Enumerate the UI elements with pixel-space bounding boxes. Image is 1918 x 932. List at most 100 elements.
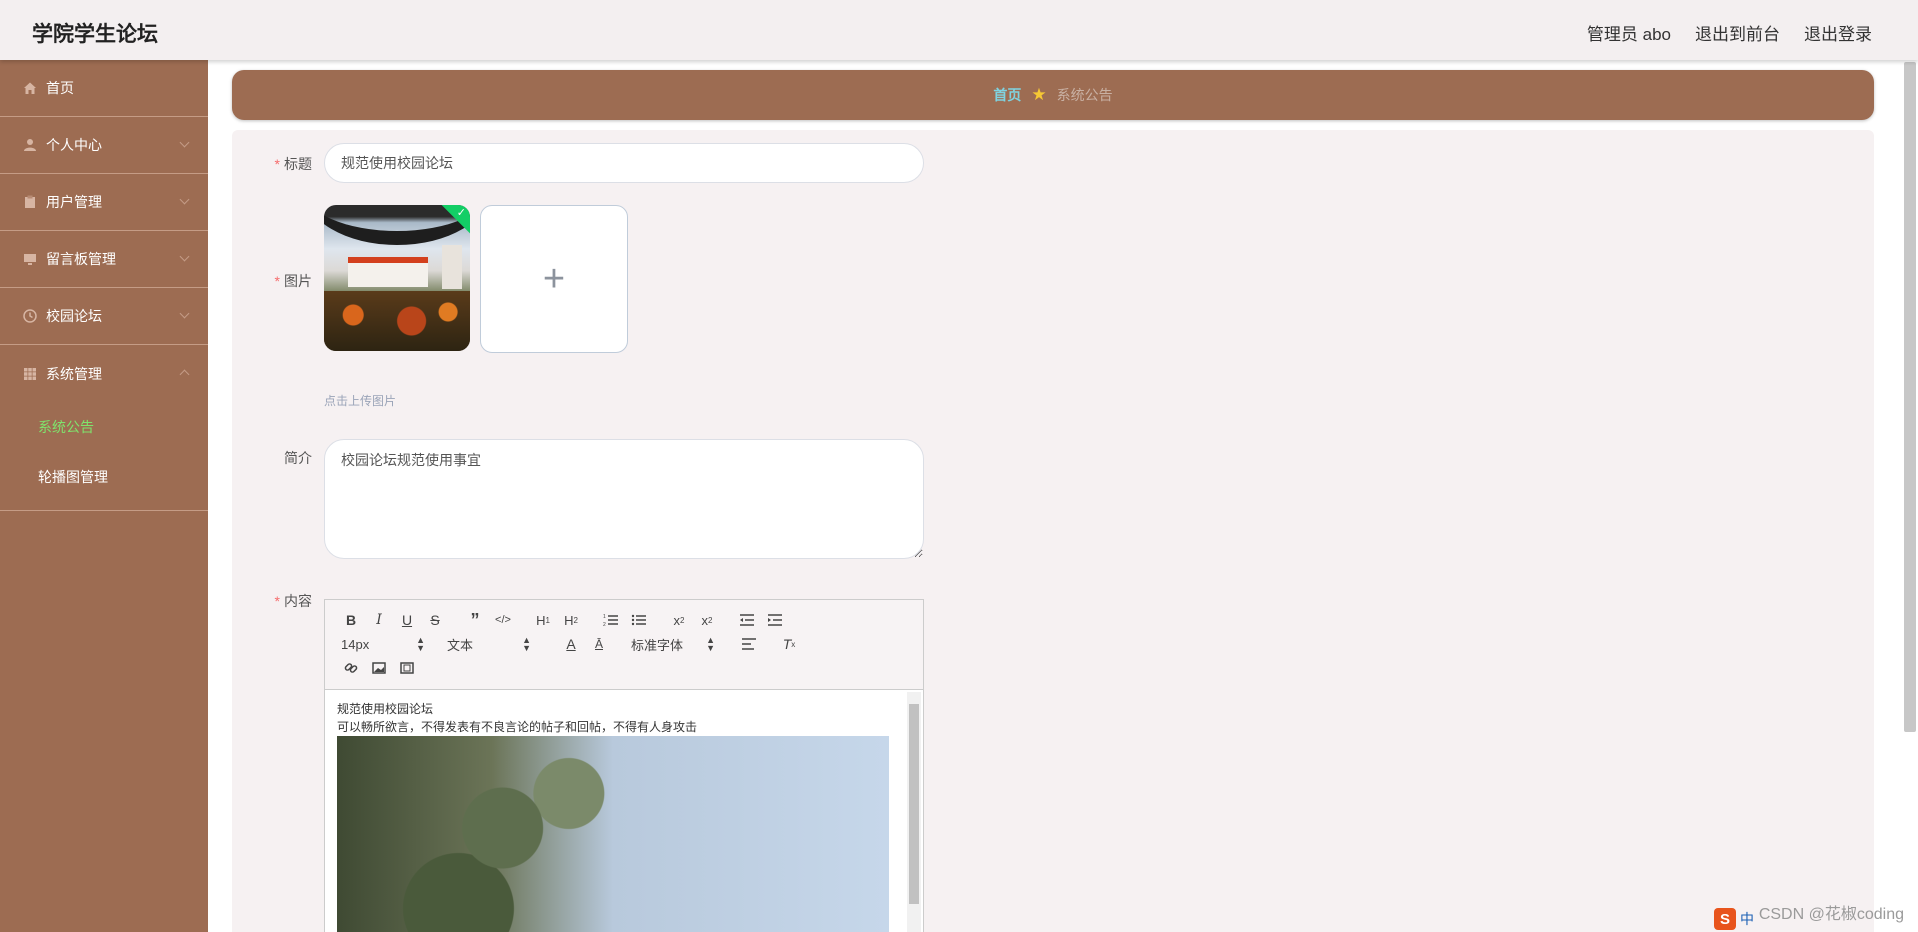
sogou-logo-icon: S bbox=[1714, 908, 1736, 930]
font-family-select[interactable]: 标准字体 ▲ ▼ bbox=[627, 632, 719, 656]
clipboard-icon bbox=[22, 194, 38, 210]
updown-arrow-icon: ▲ ▼ bbox=[522, 635, 531, 653]
sidebar-item-label: 校园论坛 bbox=[46, 308, 102, 324]
header-2-icon[interactable]: H2 bbox=[557, 608, 585, 632]
underline-icon[interactable]: U bbox=[393, 608, 421, 632]
chevron-down-icon bbox=[179, 137, 190, 148]
top-header: 学院学生论坛 管理员 abo 退出到前台 退出登录 bbox=[0, 0, 1918, 60]
svg-text:2: 2 bbox=[603, 622, 606, 627]
bold-icon[interactable]: B bbox=[337, 608, 365, 632]
header-select-value: 文本 bbox=[447, 637, 474, 653]
title-input[interactable] bbox=[324, 143, 924, 183]
font-color-icon[interactable]: A bbox=[557, 632, 585, 656]
site-title: 学院学生论坛 bbox=[32, 23, 158, 46]
thumbnail-building bbox=[348, 257, 428, 287]
updown-arrow-icon: ▲ ▼ bbox=[416, 635, 425, 653]
sidebar-subitem-carousel[interactable]: 轮播图管理 bbox=[0, 452, 208, 502]
thumbnail-tower bbox=[442, 245, 462, 289]
chevron-down-icon bbox=[179, 251, 190, 262]
ordered-list-icon[interactable]: 12 bbox=[597, 608, 625, 632]
chevron-down-icon bbox=[179, 194, 190, 205]
strike-icon[interactable]: S bbox=[421, 608, 449, 632]
rich-text-editor: B I U S ” </> H1 H2 12 x 2 x 2 14px ▲ ▼ … bbox=[324, 599, 924, 932]
required-mark: * bbox=[274, 273, 280, 289]
bullet-list-icon[interactable] bbox=[625, 608, 653, 632]
font-family-value: 标准字体 bbox=[631, 637, 684, 653]
link-icon[interactable] bbox=[337, 656, 365, 680]
editor-scrollbar[interactable] bbox=[907, 692, 921, 932]
system-submenu: 系统公告 轮播图管理 bbox=[0, 402, 208, 511]
title-label-text: 标题 bbox=[284, 156, 312, 172]
upload-tip: 点击上传图片 bbox=[324, 394, 397, 408]
breadcrumb: 首页 ★ 系统公告 bbox=[232, 70, 1874, 120]
monitor-icon bbox=[22, 251, 38, 267]
font-size-value: 14px bbox=[341, 636, 370, 652]
ime-language-toggle[interactable]: 中 bbox=[1740, 909, 1754, 929]
required-mark: * bbox=[274, 593, 280, 609]
sidebar-item-message-board[interactable]: 留言板管理 bbox=[0, 231, 208, 288]
sidebar-item-label: 首页 bbox=[46, 80, 74, 96]
content-line: 可以畅所欲言，不得发表有不良言论的帖子和回帖，不得有人身攻击 bbox=[337, 720, 698, 734]
page-scrollbar[interactable] bbox=[1904, 62, 1916, 732]
user-icon bbox=[22, 137, 38, 153]
chevron-up-icon bbox=[179, 369, 190, 380]
star-icon: ★ bbox=[1031, 85, 1047, 104]
intro-textarea[interactable]: 校园论坛规范使用事宜 bbox=[324, 439, 924, 559]
editor-toolbar: B I U S ” </> H1 H2 12 x 2 x 2 14px ▲ ▼ … bbox=[325, 600, 923, 690]
image-icon[interactable] bbox=[365, 656, 393, 680]
breadcrumb-home-link[interactable]: 首页 bbox=[993, 85, 1021, 105]
clear-format-icon[interactable]: Tx bbox=[775, 632, 803, 656]
check-icon: ✓ bbox=[456, 207, 466, 219]
image-label-text: 图片 bbox=[284, 273, 312, 289]
plus-icon: + bbox=[542, 257, 566, 300]
main-content: 首页 ★ 系统公告 *标题 *图片 ✓ + 点击上传图片 简介 校园论坛规范使用 bbox=[208, 60, 1898, 932]
sidebar-item-label: 留言板管理 bbox=[46, 251, 116, 267]
italic-icon[interactable]: I bbox=[365, 608, 393, 632]
sidebar-item-system-management[interactable]: 系统管理 bbox=[0, 345, 208, 402]
chevron-down-icon bbox=[179, 308, 190, 319]
sidebar-item-label: 系统管理 bbox=[46, 365, 102, 382]
ime-toolbar: S 中 bbox=[1708, 906, 1918, 932]
header-1-icon[interactable]: H1 bbox=[529, 608, 557, 632]
announcement-form: *标题 *图片 ✓ + 点击上传图片 简介 校园论坛规范使用事宜 *内容 bbox=[232, 130, 1874, 932]
align-left-icon[interactable] bbox=[735, 632, 763, 656]
sidebar-item-label: 个人中心 bbox=[46, 137, 102, 153]
thumbnail-trees bbox=[324, 291, 470, 351]
sidebar: 首页 个人中心 用户管理 留言板管理 校园论坛 系统管理 系统公告 轮播图管理 bbox=[0, 60, 208, 932]
editor-content-area[interactable]: 规范使用校园论坛 可以畅所欲言，不得发表有不良言论的帖子和回帖，不得有人身攻击 bbox=[325, 690, 923, 932]
breadcrumb-current: 系统公告 bbox=[1056, 87, 1113, 103]
sidebar-subitem-announcements[interactable]: 系统公告 bbox=[0, 402, 208, 452]
header-select[interactable]: 文本 ▲ ▼ bbox=[443, 632, 535, 656]
content-label: * 内容 bbox=[232, 591, 312, 611]
uploaded-image-thumbnail[interactable]: ✓ bbox=[324, 205, 470, 351]
title-label: * 标题 bbox=[232, 154, 312, 174]
code-block-icon[interactable]: </> bbox=[489, 608, 517, 632]
background-color-icon[interactable]: Ā bbox=[585, 632, 613, 656]
exit-to-front-link[interactable]: 退出到前台 bbox=[1695, 20, 1780, 45]
required-mark: * bbox=[274, 156, 280, 172]
indent-icon[interactable] bbox=[761, 608, 789, 632]
editor-scrollbar-thumb[interactable] bbox=[909, 704, 919, 904]
sidebar-item-campus-forum[interactable]: 校园论坛 bbox=[0, 288, 208, 345]
sidebar-item-personal-center[interactable]: 个人中心 bbox=[0, 117, 208, 174]
admin-user-link[interactable]: 管理员 abo bbox=[1587, 20, 1671, 45]
clock-icon bbox=[22, 308, 38, 324]
intro-label: 简介 bbox=[232, 448, 312, 468]
sidebar-item-home[interactable]: 首页 bbox=[0, 60, 208, 117]
superscript-icon[interactable]: x2 bbox=[693, 608, 721, 632]
content-label-text: 内容 bbox=[284, 593, 312, 609]
outdent-icon[interactable] bbox=[733, 608, 761, 632]
sidebar-item-label: 用户管理 bbox=[46, 194, 102, 210]
image-label: * 图片 bbox=[232, 271, 312, 291]
svg-text:1: 1 bbox=[603, 614, 606, 620]
video-icon[interactable] bbox=[393, 656, 421, 680]
font-size-select[interactable]: 14px ▲ ▼ bbox=[337, 632, 429, 656]
header-nav: 管理员 abo 退出到前台 退出登录 bbox=[1587, 20, 1872, 45]
grid-icon bbox=[22, 366, 38, 382]
home-icon bbox=[22, 80, 38, 96]
sidebar-item-user-management[interactable]: 用户管理 bbox=[0, 174, 208, 231]
blockquote-icon[interactable]: ” bbox=[461, 608, 489, 632]
logout-link[interactable]: 退出登录 bbox=[1804, 20, 1872, 45]
image-upload-button[interactable]: + bbox=[480, 205, 628, 353]
subscript-icon[interactable]: x2 bbox=[665, 608, 693, 632]
